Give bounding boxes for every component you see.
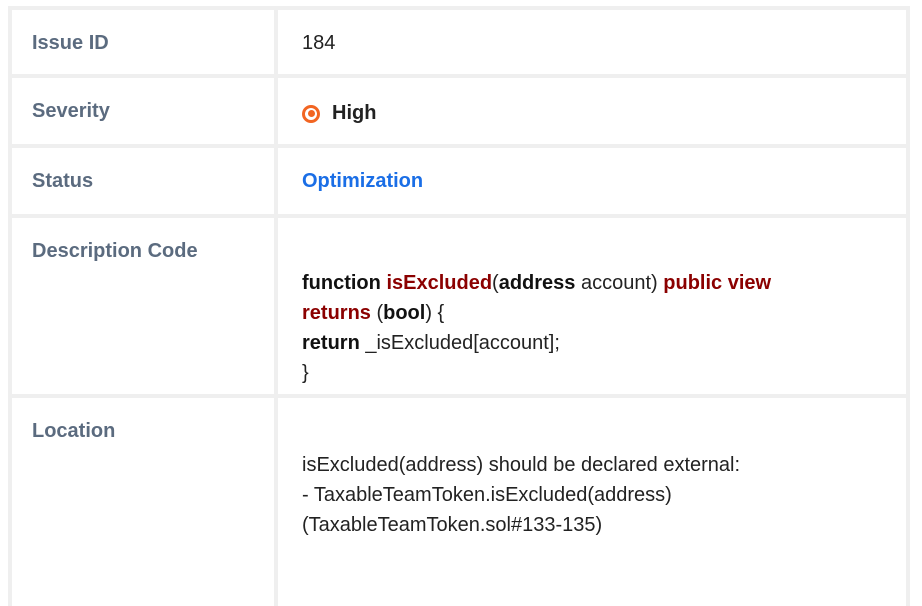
- issue-id-label: Issue ID: [12, 10, 278, 78]
- code-type-bool: bool: [383, 302, 426, 324]
- code-line-1: function isExcluded(address account) pub…: [302, 268, 886, 298]
- issue-detail-table: Issue ID 184 Severity High Status Optimi…: [8, 6, 910, 606]
- severity-badge: High: [302, 102, 886, 125]
- row-location: Location isExcluded(address) should be d…: [12, 396, 906, 606]
- code-line-4: }: [302, 358, 886, 388]
- issue-id-value: 184: [276, 10, 906, 78]
- status-label: Status: [12, 146, 278, 218]
- code-keyword-return: return: [302, 332, 360, 354]
- code-function-name: isExcluded: [386, 272, 493, 294]
- code-keyword-function: function: [302, 272, 381, 294]
- code-arg-account: account): [575, 272, 664, 294]
- code-line-3: return _isExcluded[account];: [302, 328, 886, 358]
- code-paren-open: (: [492, 272, 499, 294]
- code-keyword-returns: returns: [302, 302, 371, 324]
- code-type-address: address: [498, 272, 576, 294]
- location-line: (TaxableTeamToken.sol#133-135): [302, 514, 603, 536]
- description-code-label: Description Code: [12, 216, 278, 398]
- code-returns-close: ) {: [425, 302, 445, 324]
- location-line: isExcluded(address) should be declared e…: [302, 454, 741, 476]
- code-return-expr: _isExcluded[account];: [359, 332, 560, 354]
- severity-high-icon: [302, 104, 320, 123]
- location-text: isExcluded(address) should be declared e…: [302, 450, 886, 540]
- code-returns-open: (: [370, 302, 384, 324]
- row-issue-id: Issue ID 184: [12, 10, 906, 78]
- location-line: - TaxableTeamToken.isExcluded(address): [302, 484, 672, 506]
- severity-value: High: [332, 102, 377, 124]
- code-snippet: function isExcluded(address account) pub…: [302, 268, 886, 388]
- row-severity: Severity High: [12, 76, 906, 148]
- status-value-link[interactable]: Optimization: [302, 170, 423, 192]
- row-description-code: Description Code function isExcluded(add…: [12, 216, 906, 398]
- location-label: Location: [12, 396, 278, 606]
- row-status: Status Optimization: [12, 146, 906, 218]
- code-line-2: returns (bool) {: [302, 298, 886, 328]
- severity-label: Severity: [12, 76, 278, 148]
- code-modifiers: public view: [663, 272, 772, 294]
- code-brace-close: }: [302, 362, 309, 384]
